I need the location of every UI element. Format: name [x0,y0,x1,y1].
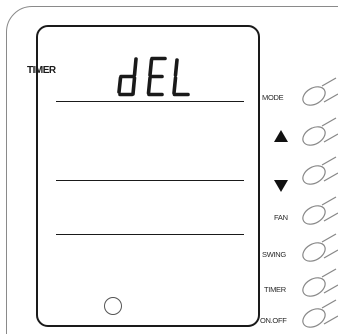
onoff-button[interactable] [298,299,338,328]
segment-glyphs [117,56,190,97]
segment-display: dEL [117,56,197,98]
up-arrow-icon [274,130,288,142]
lcd-divider-2 [56,180,244,181]
down-button[interactable] [298,156,338,185]
timer-label: TIMER [264,285,286,294]
mode-button[interactable] [298,77,338,106]
timer-indicator: TIMER [27,65,56,76]
down-arrow-icon [274,180,288,192]
fan-label: FAN [274,213,288,222]
mode-label: MODE [262,93,284,102]
lcd-divider-3 [56,234,244,235]
remote-controller: TIMER dEL [0,0,338,334]
onoff-label: ON.OFF [260,316,287,325]
swing-button[interactable] [298,233,338,262]
fan-button[interactable] [298,196,338,225]
swing-label: SWING [262,250,286,259]
lcd-divider-1 [56,101,244,102]
reset-hole[interactable] [104,297,122,315]
timer-button[interactable] [298,268,338,297]
up-button[interactable] [298,117,338,146]
